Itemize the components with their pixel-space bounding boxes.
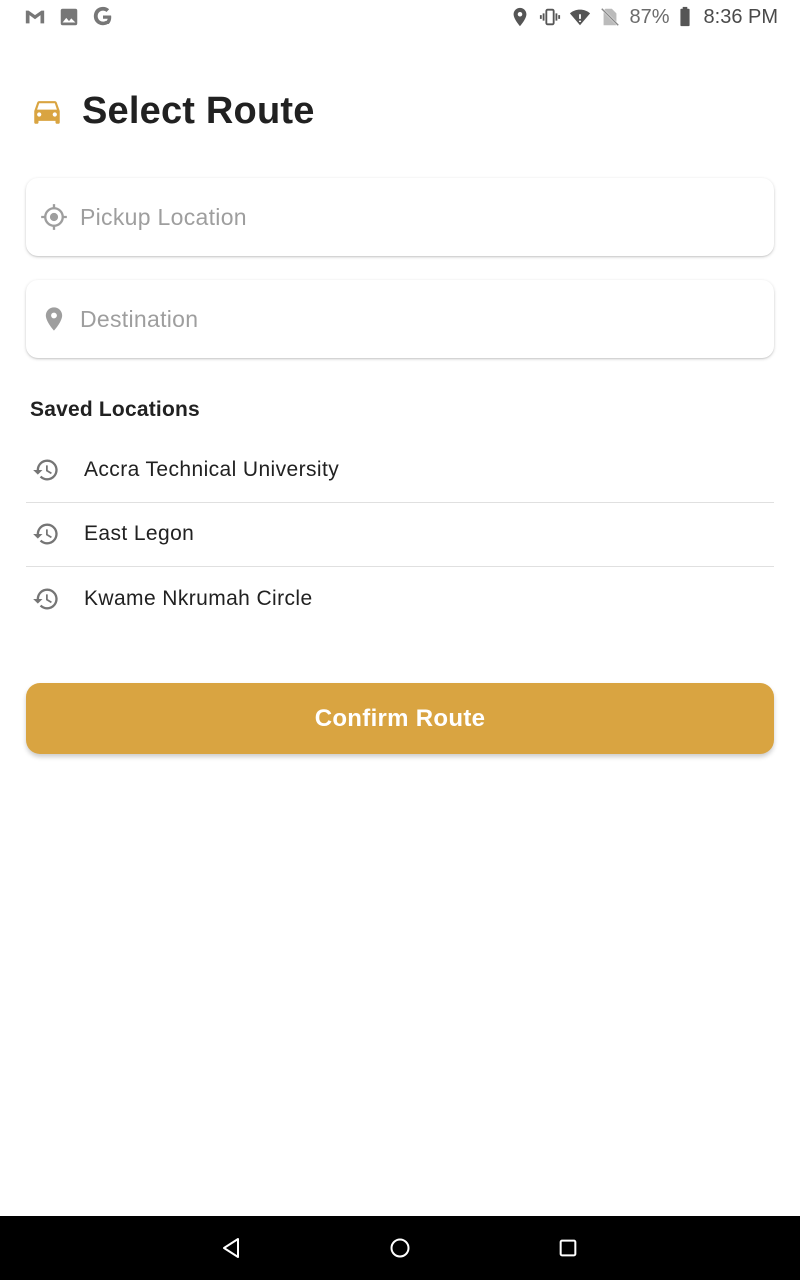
saved-locations-list: Accra Technical University East Legon Kw…: [26, 438, 774, 632]
system-nav-bar: [0, 1216, 800, 1280]
location-pin-icon: [40, 305, 68, 333]
google-icon: [92, 6, 114, 28]
history-icon: [32, 456, 60, 484]
history-icon: [32, 585, 60, 613]
image-icon: [58, 6, 80, 28]
saved-location-item[interactable]: Accra Technical University: [26, 438, 774, 503]
pickup-location-input[interactable]: [80, 203, 740, 231]
vibrate-icon: [539, 6, 561, 28]
no-sim-icon: [599, 6, 621, 28]
history-icon: [32, 520, 60, 548]
saved-locations-heading: Saved Locations: [30, 398, 200, 421]
page-title: Select Route: [82, 89, 315, 132]
home-icon[interactable]: [384, 1232, 416, 1264]
confirm-route-button[interactable]: Confirm Route: [26, 683, 774, 754]
saved-location-label: East Legon: [84, 522, 195, 546]
pickup-location-field[interactable]: [26, 178, 774, 256]
status-bar-notifications: [24, 6, 114, 28]
battery-icon: [678, 6, 692, 28]
saved-location-item[interactable]: East Legon: [26, 503, 774, 567]
status-bar: 87% 8:36 PM: [0, 0, 800, 34]
saved-location-label: Kwame Nkrumah Circle: [84, 587, 313, 611]
saved-location-item[interactable]: Kwame Nkrumah Circle: [26, 567, 774, 632]
car-icon: [30, 94, 64, 128]
back-icon[interactable]: [216, 1232, 248, 1264]
saved-location-label: Accra Technical University: [84, 457, 340, 481]
gps-crosshair-icon: [40, 203, 68, 231]
clock: 8:36 PM: [703, 5, 778, 28]
status-bar-system: 87% 8:36 PM: [509, 6, 778, 29]
location-icon: [509, 6, 531, 28]
recents-icon[interactable]: [552, 1232, 584, 1264]
destination-field[interactable]: [26, 280, 774, 358]
battery-percent: 87%: [629, 5, 670, 28]
destination-input[interactable]: [80, 305, 740, 333]
wifi-icon: [569, 6, 591, 28]
page-header: Select Route: [30, 86, 315, 136]
gmail-icon: [24, 6, 46, 28]
